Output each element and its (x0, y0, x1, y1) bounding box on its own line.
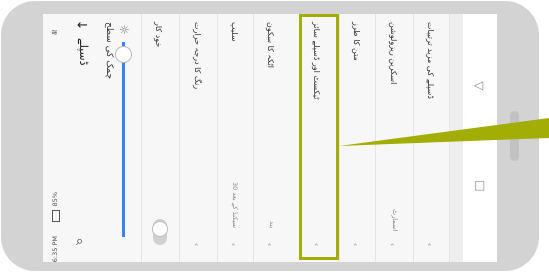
callout-pointer (339, 118, 549, 146)
callout-arrow (339, 118, 549, 146)
phone-frame: 6:35 PM 85% ≋ ← ڈسپلے ⌕ چمک کی سطح ☼ خود… (0, 0, 549, 277)
